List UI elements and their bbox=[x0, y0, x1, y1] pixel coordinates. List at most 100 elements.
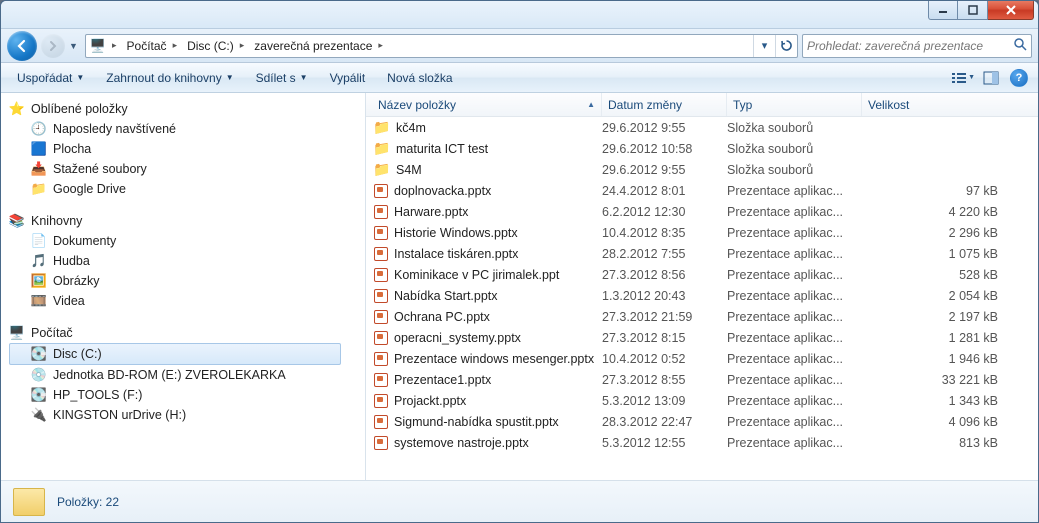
file-list[interactable]: 📁kč4m29.6.2012 9:55Složka souborů📁maturi… bbox=[366, 117, 1038, 480]
sidebar-item-favorite[interactable]: 📥Stažené soubory bbox=[9, 159, 365, 179]
sidebar-item-drive[interactable]: 💽Disc (C:) bbox=[9, 343, 341, 365]
file-row[interactable]: Prezentace1.pptx27.3.2012 8:55Prezentace… bbox=[366, 369, 1038, 390]
file-date: 10.4.2012 8:35 bbox=[602, 226, 727, 240]
column-headers: Název položky▲ Datum změny Typ Velikost bbox=[366, 93, 1038, 117]
search-input[interactable]: Prohledat: zaverečná prezentace bbox=[802, 34, 1032, 58]
maximize-button[interactable] bbox=[958, 0, 988, 20]
view-mode-button[interactable]: ▼ bbox=[950, 67, 976, 89]
preview-pane-button[interactable] bbox=[978, 67, 1004, 89]
file-name: Harware.pptx bbox=[394, 205, 468, 219]
minimize-button[interactable] bbox=[928, 0, 958, 20]
sidebar-item-favorite[interactable]: 🟦Plocha bbox=[9, 139, 365, 159]
disk-icon: 💽 bbox=[31, 387, 47, 403]
address-dropdown[interactable]: ▾ bbox=[753, 35, 775, 57]
file-name: maturita ICT test bbox=[396, 142, 488, 156]
file-type: Prezentace aplikac... bbox=[727, 331, 862, 345]
file-row[interactable]: Instalace tiskáren.pptx28.2.2012 7:55Pre… bbox=[366, 243, 1038, 264]
refresh-icon bbox=[780, 39, 793, 52]
navigation-row: ▼ 🖥️ ▸ Počítač▸ Disc (C:)▸ zaverečná pre… bbox=[1, 29, 1038, 63]
sidebar-item-label: Obrázky bbox=[53, 274, 100, 288]
file-row[interactable]: Prezentace windows mesenger.pptx10.4.201… bbox=[366, 348, 1038, 369]
file-date: 27.3.2012 21:59 bbox=[602, 310, 727, 324]
file-type: Složka souborů bbox=[727, 142, 862, 156]
file-size: 1 946 kB bbox=[862, 352, 1038, 366]
pic-icon: 🖼️ bbox=[31, 273, 47, 289]
sidebar-item-library[interactable]: 🎞️Videa bbox=[9, 291, 365, 311]
computer-group[interactable]: 🖥️ Počítač bbox=[9, 323, 365, 343]
sidebar-item-drive[interactable]: 🔌KINGSTON urDrive (H:) bbox=[9, 405, 365, 425]
sidebar-item-label: Plocha bbox=[53, 142, 91, 156]
help-button[interactable]: ? bbox=[1006, 67, 1032, 89]
file-type: Prezentace aplikac... bbox=[727, 289, 862, 303]
sidebar-item-drive[interactable]: 💽 HP_TOOLS (F:) bbox=[9, 385, 365, 405]
sidebar-item-library[interactable]: 🎵Hudba bbox=[9, 251, 365, 271]
help-icon: ? bbox=[1010, 69, 1028, 87]
address-bar[interactable]: 🖥️ ▸ Počítač▸ Disc (C:)▸ zaverečná preze… bbox=[85, 34, 798, 58]
computer-icon: 🖥️ bbox=[90, 38, 106, 54]
nav-history-dropdown[interactable]: ▼ bbox=[69, 41, 81, 51]
breadcrumb[interactable]: Disc (C:)▸ bbox=[183, 35, 250, 57]
file-size: 1 075 kB bbox=[862, 247, 1038, 261]
file-date: 29.6.2012 9:55 bbox=[602, 121, 727, 135]
sidebar-item-label: Jednotka BD-ROM (E:) ZVEROLEKARKA bbox=[53, 368, 286, 382]
breadcrumb[interactable]: zaverečná prezentace▸ bbox=[250, 35, 389, 57]
file-name: Ochrana PC.pptx bbox=[394, 310, 490, 324]
burn-button[interactable]: Vypálit bbox=[320, 67, 376, 89]
organize-menu[interactable]: Uspořádat▼ bbox=[7, 67, 94, 89]
file-row[interactable]: Ochrana PC.pptx 27.3.2012 21:59Prezentace… bbox=[366, 306, 1038, 327]
file-size: 2 296 kB bbox=[862, 226, 1038, 240]
column-type[interactable]: Typ bbox=[727, 93, 862, 116]
file-row[interactable]: Historie Windows.pptx10.4.2012 8:35Preze… bbox=[366, 222, 1038, 243]
column-size[interactable]: Velikost bbox=[862, 93, 1038, 116]
file-row[interactable]: Harware.pptx6.2.2012 12:30Prezentace apl… bbox=[366, 201, 1038, 222]
powerpoint-icon bbox=[374, 436, 388, 450]
file-row[interactable]: 📁S4M29.6.2012 9:55Složka souborů bbox=[366, 159, 1038, 180]
file-name: Sigmund-nabídka spustit.pptx bbox=[394, 415, 559, 429]
column-date[interactable]: Datum změny bbox=[602, 93, 727, 116]
file-row[interactable]: systemove nastroje.pptx5.3.2012 12:55Pre… bbox=[366, 432, 1038, 453]
gdrive-icon: 📁 bbox=[31, 181, 47, 197]
sidebar-item-favorite[interactable]: 🕘Naposledy navštívené bbox=[9, 119, 365, 139]
file-row[interactable]: 📁maturita ICT test29.6.2012 10:58Složka … bbox=[366, 138, 1038, 159]
new-folder-button[interactable]: Nová složka bbox=[377, 67, 462, 89]
file-row[interactable]: Nabídka Start.pptx1.3.2012 20:43Prezenta… bbox=[366, 285, 1038, 306]
file-row[interactable]: doplnovacka.pptx24.4.2012 8:01Prezentace… bbox=[366, 180, 1038, 201]
sidebar-item-drive[interactable]: 💿Jednotka BD-ROM (E:) ZVEROLEKARKA bbox=[9, 365, 365, 385]
close-button[interactable] bbox=[988, 0, 1034, 20]
powerpoint-icon bbox=[374, 226, 388, 240]
sidebar-item-library[interactable]: 📄Dokumenty bbox=[9, 231, 365, 251]
column-name[interactable]: Název položky▲ bbox=[372, 93, 602, 116]
file-type: Prezentace aplikac... bbox=[727, 415, 862, 429]
file-row[interactable]: 📁kč4m29.6.2012 9:55Složka souborů bbox=[366, 117, 1038, 138]
sidebar-item-library[interactable]: 🖼️ Obrázky bbox=[9, 271, 365, 291]
downloads-icon: 📥 bbox=[31, 161, 47, 177]
navigation-pane[interactable]: ⭐ Oblíbené položky 🕘Naposledy navštívené… bbox=[1, 93, 366, 480]
file-row[interactable]: Projackt.pptx5.3.2012 13:09Prezentace ap… bbox=[366, 390, 1038, 411]
forward-button[interactable] bbox=[41, 34, 65, 58]
back-button[interactable] bbox=[7, 31, 37, 61]
include-in-library-menu[interactable]: Zahrnout do knihovny▼ bbox=[96, 67, 243, 89]
share-menu[interactable]: Sdílet s▼ bbox=[246, 67, 318, 89]
libraries-group[interactable]: 📚 Knihovny bbox=[9, 211, 365, 231]
file-name: Nabídka Start.pptx bbox=[394, 289, 498, 303]
favorites-group[interactable]: ⭐ Oblíbené položky bbox=[9, 99, 365, 119]
breadcrumb[interactable]: Počítač▸ bbox=[123, 35, 184, 57]
file-name: Historie Windows.pptx bbox=[394, 226, 518, 240]
file-date: 5.3.2012 12:55 bbox=[602, 436, 727, 450]
file-name: Prezentace1.pptx bbox=[394, 373, 491, 387]
refresh-button[interactable] bbox=[775, 35, 797, 57]
star-icon: ⭐ bbox=[9, 101, 25, 117]
sidebar-item-favorite[interactable]: 📁Google Drive bbox=[9, 179, 365, 199]
file-date: 27.3.2012 8:56 bbox=[602, 268, 727, 282]
file-type: Prezentace aplikac... bbox=[727, 310, 862, 324]
sidebar-item-label: HP_TOOLS (F:) bbox=[53, 388, 142, 402]
sidebar-item-label: Disc (C:) bbox=[53, 347, 102, 361]
powerpoint-icon bbox=[374, 205, 388, 219]
file-row[interactable]: Kominikace v PC jirimalek.ppt27.3.2012 8… bbox=[366, 264, 1038, 285]
file-name: systemove nastroje.pptx bbox=[394, 436, 529, 450]
status-bar: Položky: 22 bbox=[1, 480, 1038, 522]
pane-icon bbox=[983, 71, 999, 85]
file-row[interactable]: operacni_systemy.pptx27.3.2012 8:15Preze… bbox=[366, 327, 1038, 348]
file-row[interactable]: Sigmund-nabídka spustit.pptx28.3.2012 22… bbox=[366, 411, 1038, 432]
chevron-right-icon: ▸ bbox=[110, 40, 119, 51]
